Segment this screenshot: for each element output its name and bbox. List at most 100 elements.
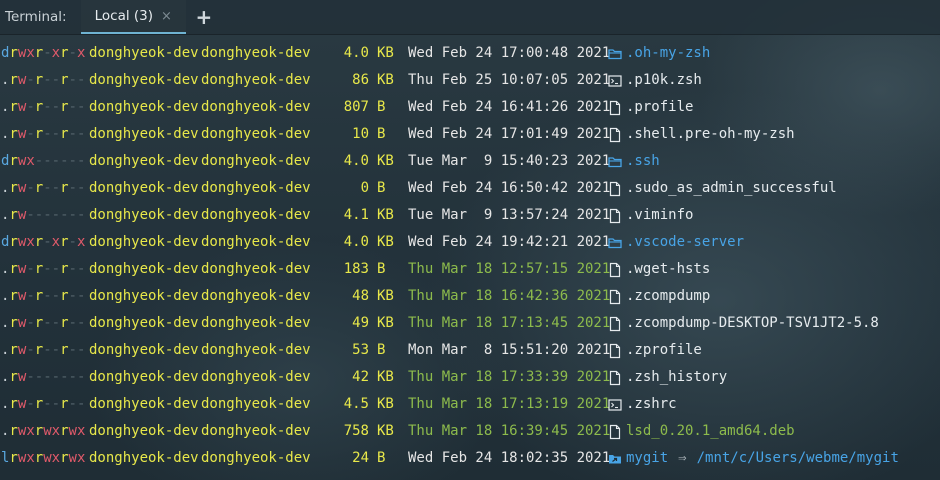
owner-name: donghyeok-dev	[89, 180, 199, 196]
new-tab-button[interactable]: +	[186, 0, 222, 34]
group-name: donghyeok-dev	[201, 45, 311, 61]
file-entry[interactable]: .p10k.zsh	[608, 67, 702, 94]
owner-name: donghyeok-dev	[89, 126, 199, 142]
file-entry[interactable]: .zshrc	[608, 391, 677, 418]
terminal-tab-bar: Terminal: Local (3) × +	[0, 0, 940, 35]
owner-name: donghyeok-dev	[89, 153, 199, 169]
file-entry[interactable]: .zprofile	[608, 337, 702, 364]
file-icon	[608, 343, 622, 359]
modified-date: Wed Feb 24 16:50:42 2021	[408, 180, 611, 196]
size-unit: KB	[377, 207, 394, 223]
modified-date: Wed Feb 24 17:01:49 2021	[408, 126, 611, 142]
file-name[interactable]: .profile	[626, 94, 693, 121]
permissions: lrwxrwxrwx	[1, 450, 86, 466]
table-row: .rw-r--r-- donghyeok-dev donghyeok-dev 10 B W…	[0, 121, 940, 148]
file-entry[interactable]: .wget-hsts	[608, 256, 710, 283]
table-row: drwx------ donghyeok-dev donghyeok-dev 4.0 K…	[0, 148, 940, 175]
size-unit: B	[377, 99, 386, 115]
permissions: .rw-------	[1, 369, 86, 385]
file-name[interactable]: .viminfo	[626, 202, 693, 229]
file-size: 4.0	[343, 45, 369, 61]
table-row: .rw-r--r-- donghyeok-dev donghyeok-dev 0 B We…	[0, 175, 940, 202]
file-name[interactable]: .zcompdump-DESKTOP-TSV1JT2-5.8	[626, 310, 879, 337]
file-icon	[608, 289, 622, 305]
file-entry[interactable]: .zcompdump	[608, 283, 710, 310]
file-name[interactable]: .zshrc	[626, 391, 677, 418]
tab-local-3[interactable]: Local (3) ×	[80, 0, 186, 34]
modified-date: Wed Feb 24 17:00:48 2021	[408, 45, 611, 61]
file-size: 53	[352, 342, 369, 358]
permissions: drwxr-xr-x	[1, 234, 86, 250]
folder-icon	[608, 235, 622, 251]
table-row: .rw-r--r-- donghyeok-dev donghyeok-dev 807 B…	[0, 94, 940, 121]
file-name[interactable]: .wget-hsts	[626, 256, 710, 283]
file-entry[interactable]: .sudo_as_admin_successful	[608, 175, 837, 202]
file-name[interactable]: .oh-my-zsh	[626, 40, 710, 67]
file-size: 183	[343, 261, 369, 277]
file-entry[interactable]: .zcompdump-DESKTOP-TSV1JT2-5.8	[608, 310, 879, 337]
permissions: .rw-r--r--	[1, 180, 86, 196]
group-name: donghyeok-dev	[201, 450, 311, 466]
file-entry[interactable]: .oh-my-zsh	[608, 40, 710, 67]
file-name[interactable]: .ssh	[626, 148, 660, 175]
file-size: 48	[352, 288, 369, 304]
owner-name: donghyeok-dev	[89, 315, 199, 331]
table-row: .rw-r--r-- donghyeok-dev donghyeok-dev 48 KB…	[0, 283, 940, 310]
modified-date: Wed Feb 24 16:41:26 2021	[408, 99, 611, 115]
file-size: 86	[352, 72, 369, 88]
file-entry[interactable]: mygit ⇒ /mnt/c/Users/webme/mygit	[608, 445, 899, 472]
file-entry[interactable]: .zsh_history	[608, 364, 727, 391]
modified-date: Thu Mar 18 12:57:15 2021	[408, 261, 611, 277]
size-unit: KB	[377, 45, 394, 61]
close-icon[interactable]: ×	[161, 9, 172, 24]
group-name: donghyeok-dev	[201, 207, 311, 223]
file-entry[interactable]: .viminfo	[608, 202, 693, 229]
file-name[interactable]: .zsh_history	[626, 364, 727, 391]
file-entry[interactable]: lsd_0.20.1_amd64.deb	[608, 418, 795, 445]
owner-name: donghyeok-dev	[89, 45, 199, 61]
file-name[interactable]: .zcompdump	[626, 283, 710, 310]
file-size: 0	[360, 180, 369, 196]
file-icon	[608, 100, 622, 116]
file-name[interactable]: lsd_0.20.1_amd64.deb	[626, 418, 795, 445]
group-name: donghyeok-dev	[201, 234, 311, 250]
file-name[interactable]: .zprofile	[626, 337, 702, 364]
group-name: donghyeok-dev	[201, 423, 311, 439]
file-name[interactable]: .sudo_as_admin_successful	[626, 175, 837, 202]
file-name[interactable]: .shell.pre-oh-my-zsh	[626, 121, 795, 148]
table-row: .rw-r--r-- donghyeok-dev donghyeok-dev 4.5 K…	[0, 391, 940, 418]
modified-date: Thu Mar 18 16:39:45 2021	[408, 423, 611, 439]
symlink-target: /mnt/c/Users/webme/mygit	[696, 450, 899, 466]
table-row: .rwxrwxrwx donghyeok-dev donghyeok-dev 758 K…	[0, 418, 940, 445]
file-size: 49	[352, 315, 369, 331]
tab-label: Local (3)	[94, 8, 154, 24]
file-entry[interactable]: .profile	[608, 94, 693, 121]
group-name: donghyeok-dev	[201, 342, 311, 358]
terminal-icon	[608, 397, 622, 413]
file-entry[interactable]: .ssh	[608, 148, 660, 175]
file-size: 4.1	[343, 207, 369, 223]
file-entry[interactable]: .vscode-server	[608, 229, 744, 256]
group-name: donghyeok-dev	[201, 288, 311, 304]
file-icon	[608, 424, 622, 440]
file-name[interactable]: .vscode-server	[626, 229, 744, 256]
group-name: donghyeok-dev	[201, 153, 311, 169]
owner-name: donghyeok-dev	[89, 369, 199, 385]
group-name: donghyeok-dev	[201, 396, 311, 412]
permissions: .rw-r--r--	[1, 261, 86, 277]
file-entry[interactable]: .shell.pre-oh-my-zsh	[608, 121, 795, 148]
symlink-arrow-icon: ⇒	[678, 450, 687, 466]
file-name[interactable]: mygit	[626, 445, 668, 472]
folder-icon	[608, 154, 622, 170]
file-size: 4.5	[343, 396, 369, 412]
permissions: .rwxrwxrwx	[1, 423, 86, 439]
size-unit: B	[377, 261, 386, 277]
permissions: .rw-r--r--	[1, 288, 86, 304]
owner-name: donghyeok-dev	[89, 72, 199, 88]
permissions: .rw-------	[1, 207, 86, 223]
file-size: 4.0	[343, 153, 369, 169]
owner-name: donghyeok-dev	[89, 450, 199, 466]
size-unit: KB	[377, 396, 394, 412]
group-name: donghyeok-dev	[201, 261, 311, 277]
file-name[interactable]: .p10k.zsh	[626, 67, 702, 94]
